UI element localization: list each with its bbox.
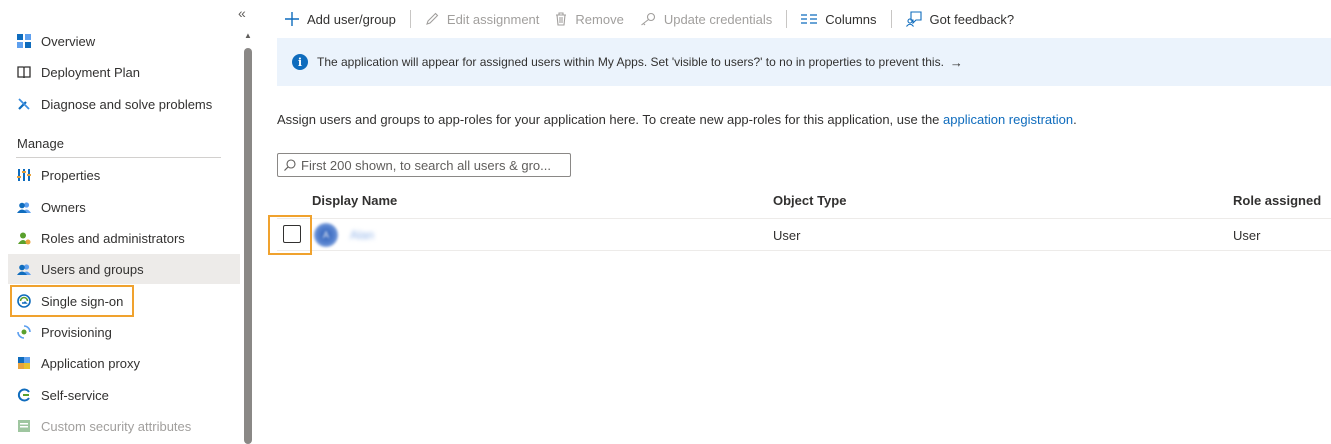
sidebar-item-deployment-plan[interactable]: Deployment Plan (8, 57, 240, 87)
sidebar-item-diagnose[interactable]: Diagnose and solve problems (8, 89, 240, 119)
sidebar-item-application-proxy[interactable]: Application proxy (8, 348, 240, 378)
sidebar-item-overview[interactable]: Overview (8, 26, 240, 56)
info-banner[interactable]: i The application will appear for assign… (277, 38, 1331, 86)
sidebar-item-label: Diagnose and solve problems (41, 96, 213, 112)
feedback-label: Got feedback? (929, 11, 1015, 27)
overview-icon (16, 33, 32, 49)
columns-button[interactable]: Columns (793, 0, 884, 38)
sidebar-item-owners[interactable]: Owners (8, 192, 240, 222)
sidebar-item-label: Single sign-on (41, 293, 124, 309)
sidebar-item-label: Provisioning (41, 324, 112, 340)
sidebar-item-label: Properties (41, 167, 101, 183)
application-registration-link[interactable]: application registration (943, 112, 1073, 127)
sidebar-item-label: Overview (41, 33, 96, 49)
sidebar-item-label: Custom security attributes (41, 418, 192, 434)
remove-label: Remove (575, 11, 624, 27)
sidebar-item-self-service[interactable]: Self-service (8, 380, 240, 410)
key-icon (640, 12, 656, 26)
edit-assignment-button[interactable]: Edit assignment (417, 0, 548, 38)
feedback-button[interactable]: Got feedback? (898, 0, 1023, 38)
trash-icon (555, 12, 567, 26)
remove-button[interactable]: Remove (547, 0, 631, 38)
object-type-cell: User (773, 228, 801, 243)
section-divider (16, 157, 221, 158)
sidebar-item-label: Users and groups (41, 261, 144, 277)
add-user-group-button[interactable]: Add user/group (277, 0, 404, 38)
self-service-icon (16, 387, 32, 403)
toolbar-divider (409, 10, 411, 28)
sidebar-item-users-and-groups[interactable]: Users and groups (8, 254, 240, 284)
column-header-object-type[interactable]: Object Type (773, 193, 846, 208)
edit-assignment-label: Edit assignment (446, 11, 540, 27)
display-name-cell[interactable]: Alan (350, 228, 374, 242)
left-nav: Overview Deployment Plan Diagnose and so… (0, 0, 240, 444)
table-row[interactable] (277, 218, 1331, 251)
sso-icon (16, 293, 32, 309)
columns-label: Columns (825, 11, 877, 27)
sidebar-item-properties[interactable]: Properties (8, 160, 240, 190)
sidebar-item-roles[interactable]: Roles and administrators (8, 223, 240, 253)
toolbar-divider (786, 10, 788, 28)
scroll-up-arrow-icon[interactable]: ▲ (243, 31, 253, 40)
sidebar-item-single-sign-on[interactable]: Single sign-on (8, 286, 240, 316)
properties-icon (16, 167, 32, 183)
checkbox-highlight (268, 215, 312, 255)
search-input[interactable] (301, 157, 561, 173)
owners-icon (16, 199, 32, 215)
add-user-group-label: Add user/group (307, 11, 396, 27)
column-header-display-name[interactable]: Display Name (312, 193, 397, 208)
collapse-sidebar-button[interactable]: « (238, 5, 246, 21)
sidebar-item-label: Owners (41, 199, 86, 215)
sidebar-item-provisioning[interactable]: Provisioning (8, 317, 240, 347)
sidebar-item-label: Self-service (41, 387, 109, 403)
command-bar: Add user/group Edit assignment Remove Up… (277, 0, 1022, 38)
custom-attributes-icon (16, 418, 32, 434)
sidebar-item-label: Application proxy (41, 355, 140, 371)
description-text: Assign users and groups to app-roles for… (277, 112, 944, 127)
section-header-manage: Manage (17, 136, 64, 151)
column-header-role-assigned[interactable]: Role assigned (1233, 193, 1321, 208)
wrench-icon (16, 96, 32, 112)
info-banner-text: The application will appear for assigned… (317, 55, 944, 69)
avatar: A (314, 223, 338, 247)
plus-icon (285, 12, 299, 26)
sidebar-scrollbar-thumb[interactable] (244, 48, 252, 444)
roles-icon (16, 230, 32, 246)
sidebar-item-label: Deployment Plan (41, 64, 140, 80)
search-icon (284, 159, 296, 171)
arrow-right-icon[interactable]: → (950, 55, 963, 70)
update-credentials-label: Update credentials (663, 11, 773, 27)
sidebar-item-custom-security-attributes[interactable]: Custom security attributes (8, 411, 240, 441)
description-suffix: . (1073, 112, 1077, 127)
book-icon (16, 64, 32, 80)
pencil-icon (425, 12, 439, 26)
provisioning-icon (16, 324, 32, 340)
feedback-icon (905, 11, 922, 27)
search-box[interactable] (277, 153, 571, 177)
assignment-description: Assign users and groups to app-roles for… (277, 112, 1077, 127)
toolbar-divider (890, 10, 892, 28)
app-proxy-icon (16, 355, 32, 371)
users-groups-icon (16, 261, 32, 277)
update-credentials-button[interactable]: Update credentials (632, 0, 780, 38)
sidebar-item-label: Roles and administrators (41, 230, 185, 246)
info-icon: i (292, 54, 308, 70)
role-assigned-cell: User (1233, 228, 1261, 243)
columns-icon (801, 13, 818, 25)
